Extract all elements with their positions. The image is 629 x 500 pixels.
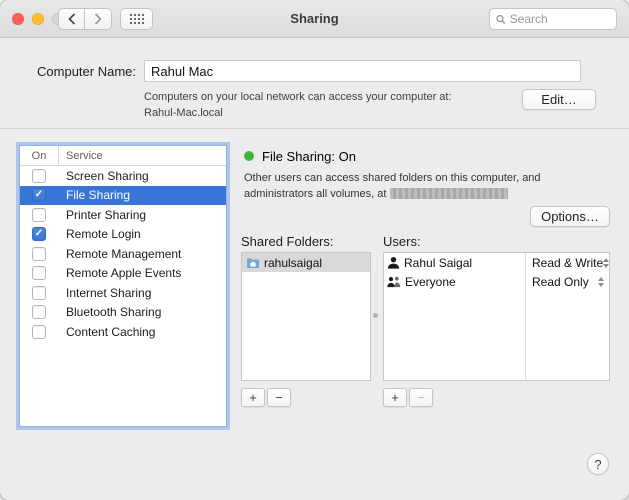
services-header: On Service: [20, 146, 226, 166]
service-row-internet-sharing[interactable]: Internet Sharing: [20, 283, 226, 303]
status-title: File Sharing: On: [262, 149, 356, 164]
service-label: File Sharing: [66, 188, 131, 203]
users-label: Users:: [383, 234, 421, 249]
search-field[interactable]: [489, 8, 617, 30]
chevron-left-icon: [67, 13, 75, 25]
users-list: Rahul Saigal Read & Write Everyone Read …: [383, 252, 610, 381]
detail-description: Other users can access shared folders on…: [244, 171, 612, 203]
computer-name-field[interactable]: [144, 60, 581, 82]
service-label: Printer Sharing: [66, 207, 147, 222]
user-row[interactable]: Rahul Saigal Read & Write: [384, 253, 610, 272]
service-row-remote-management[interactable]: Remote Management: [20, 244, 226, 264]
help-button[interactable]: ?: [587, 453, 609, 475]
chevron-right-icon: [94, 13, 102, 25]
column-header-service: Service: [66, 149, 103, 162]
user-name: Rahul Saigal: [404, 255, 473, 270]
services-list: On Service Screen Sharing File Sharing P…: [19, 145, 227, 427]
service-row-screen-sharing[interactable]: Screen Sharing: [20, 166, 226, 186]
search-icon: [496, 14, 506, 24]
add-user-button[interactable]: +: [383, 388, 407, 407]
service-checkbox[interactable]: [32, 207, 46, 222]
column-separator: [58, 146, 59, 165]
permission-value: Read & Write: [532, 255, 604, 270]
home-folder-icon: [247, 257, 259, 268]
service-row-remote-login[interactable]: Remote Login: [20, 225, 226, 245]
column-header-on: On: [31, 149, 47, 162]
permission-select[interactable]: Read Only: [526, 272, 609, 291]
service-label: Remote Management: [66, 246, 182, 261]
close-button[interactable]: [12, 13, 24, 25]
stepper-icon: [603, 257, 610, 268]
service-checkbox[interactable]: [32, 168, 46, 183]
redacted-address: [389, 187, 508, 199]
shared-folder-row[interactable]: rahulsaigal: [242, 253, 370, 272]
stepper-icon: [598, 276, 604, 287]
show-all-button[interactable]: [120, 8, 153, 30]
sharing-preferences-window: Sharing Computer Name: Computers on your…: [0, 0, 629, 500]
service-row-remote-apple-events[interactable]: Remote Apple Events: [20, 264, 226, 284]
user-icon: [387, 256, 400, 269]
service-label: Bluetooth Sharing: [66, 305, 162, 320]
service-checkbox[interactable]: [32, 305, 46, 320]
permission-value: Read Only: [532, 274, 589, 289]
permission-select[interactable]: Read & Write: [526, 253, 610, 272]
titlebar: Sharing: [0, 0, 629, 38]
description-line-2: Rahul-Mac.local: [144, 106, 223, 119]
options-button[interactable]: Options…: [530, 206, 610, 227]
user-name: Everyone: [405, 274, 456, 289]
section-divider: [0, 128, 629, 129]
shared-folders-label: Shared Folders:: [241, 234, 334, 249]
shared-folder-name: rahulsaigal: [264, 255, 323, 270]
remove-shared-folder-button[interactable]: −: [267, 388, 291, 407]
remove-user-button[interactable]: −: [409, 388, 433, 407]
shared-folders-controls: + −: [241, 388, 291, 407]
service-row-printer-sharing[interactable]: Printer Sharing: [20, 205, 226, 225]
service-checkbox[interactable]: [32, 324, 46, 339]
service-row-file-sharing[interactable]: File Sharing: [20, 185, 226, 205]
group-icon: [387, 276, 401, 288]
users-controls: + −: [383, 388, 433, 407]
service-checkbox[interactable]: [32, 266, 46, 281]
back-button[interactable]: [58, 8, 85, 30]
shared-folders-list: rahulsaigal: [241, 252, 371, 381]
search-input[interactable]: [509, 12, 610, 26]
add-shared-folder-button[interactable]: +: [241, 388, 265, 407]
service-label: Remote Login: [66, 227, 141, 242]
service-label: Remote Apple Events: [66, 266, 182, 281]
computer-name-description: Computers on your local network can acce…: [144, 90, 452, 122]
service-row-content-caching[interactable]: Content Caching: [20, 322, 226, 342]
minimize-button[interactable]: [32, 13, 44, 25]
edit-button[interactable]: Edit…: [522, 89, 596, 110]
splitter-dot: [373, 313, 378, 318]
forward-button[interactable]: [85, 8, 112, 30]
service-label: Content Caching: [66, 324, 156, 339]
traffic-lights: [12, 13, 64, 25]
service-row-bluetooth-sharing[interactable]: Bluetooth Sharing: [20, 303, 226, 323]
nav-buttons: [58, 8, 112, 30]
service-label: Screen Sharing: [66, 168, 149, 183]
service-checkbox[interactable]: [32, 285, 46, 300]
service-label: Internet Sharing: [66, 285, 152, 300]
service-checkbox[interactable]: [32, 188, 46, 203]
service-checkbox[interactable]: [32, 246, 46, 261]
computer-name-label: Computer Name:: [37, 64, 136, 79]
grid-icon: [129, 13, 144, 25]
description-line-1: Computers on your local network can acce…: [144, 91, 452, 103]
status-green-dot: [244, 151, 254, 161]
service-checkbox[interactable]: [32, 227, 46, 242]
user-row[interactable]: Everyone Read Only: [384, 272, 609, 291]
